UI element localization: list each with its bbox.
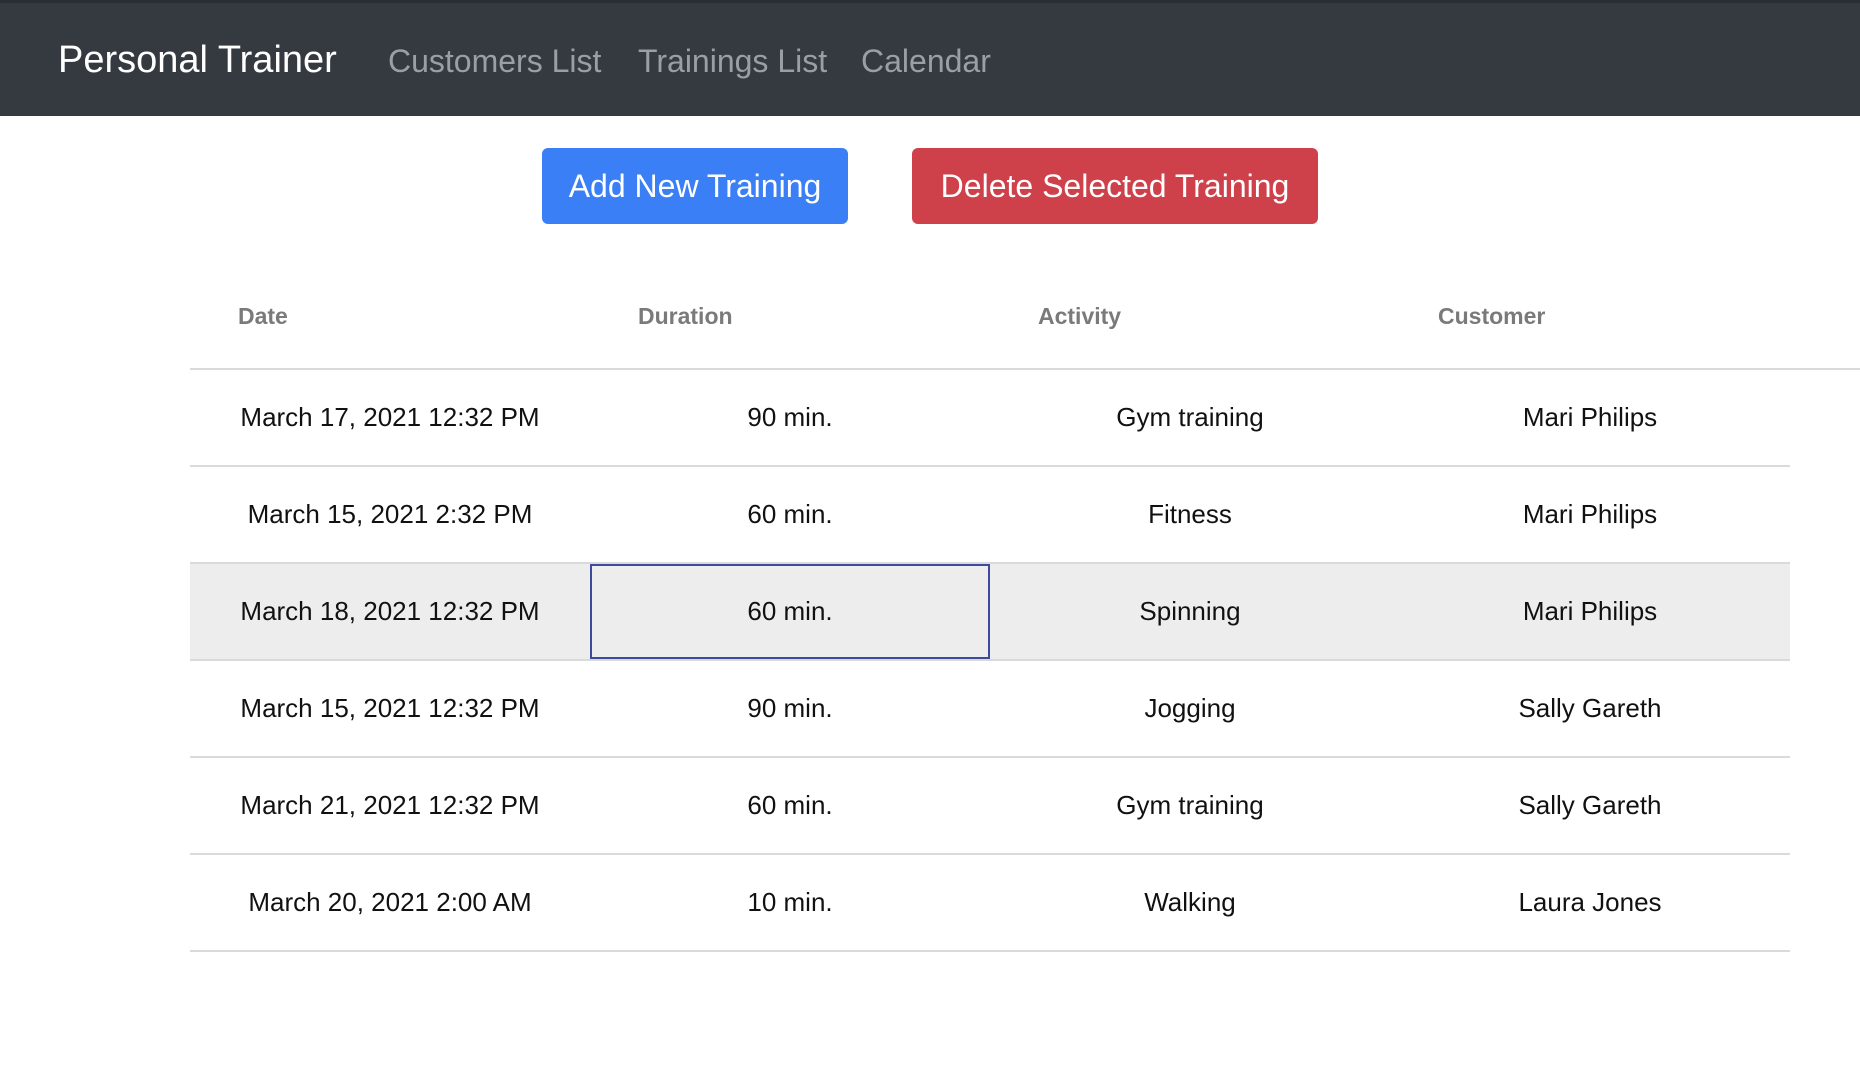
table-row[interactable]: March 17, 2021 12:32 PM 90 min. Gym trai… xyxy=(190,370,1790,467)
cell-duration[interactable]: 90 min. xyxy=(590,370,990,465)
cell-customer[interactable]: Laura Jones xyxy=(1390,855,1790,950)
nav-link-customers[interactable]: Customers List xyxy=(388,41,601,81)
nav-link-calendar[interactable]: Calendar xyxy=(861,41,991,81)
cell-date[interactable]: March 18, 2021 12:32 PM xyxy=(190,564,590,659)
cell-duration[interactable]: 90 min. xyxy=(590,661,990,756)
cell-date[interactable]: March 17, 2021 12:32 PM xyxy=(190,370,590,465)
trainings-grid: Date Duration Activity Customer March 17… xyxy=(190,268,1860,952)
delete-training-button[interactable]: Delete Selected Training xyxy=(912,148,1318,224)
table-row-selected[interactable]: March 18, 2021 12:32 PM 60 min. Spinning… xyxy=(190,564,1790,661)
cell-activity[interactable]: Walking xyxy=(990,855,1390,950)
column-header-customer[interactable]: Customer xyxy=(1438,300,1545,332)
cell-activity[interactable]: Fitness xyxy=(990,467,1390,562)
cell-activity[interactable]: Spinning xyxy=(990,564,1390,659)
nav-link-trainings[interactable]: Trainings List xyxy=(638,41,827,81)
cell-customer[interactable]: Mari Philips xyxy=(1390,467,1790,562)
cell-duration[interactable]: 60 min. xyxy=(590,758,990,853)
cell-activity[interactable]: Gym training xyxy=(990,758,1390,853)
cell-duration[interactable]: 60 min. xyxy=(590,467,990,562)
cell-activity[interactable]: Gym training xyxy=(990,370,1390,465)
cell-customer[interactable]: Sally Gareth xyxy=(1390,758,1790,853)
table-row[interactable]: March 15, 2021 12:32 PM 90 min. Jogging … xyxy=(190,661,1790,758)
table-row[interactable]: March 21, 2021 12:32 PM 60 min. Gym trai… xyxy=(190,758,1790,855)
top-navbar: Personal Trainer Customers List Training… xyxy=(0,0,1860,116)
cell-customer[interactable]: Mari Philips xyxy=(1390,370,1790,465)
cell-customer[interactable]: Mari Philips xyxy=(1390,564,1790,659)
column-header-activity[interactable]: Activity xyxy=(1038,300,1121,332)
cell-date[interactable]: March 15, 2021 12:32 PM xyxy=(190,661,590,756)
column-header-duration[interactable]: Duration xyxy=(638,300,733,332)
cell-date[interactable]: March 21, 2021 12:32 PM xyxy=(190,758,590,853)
cell-duration-focused[interactable]: 60 min. xyxy=(590,564,990,659)
cell-date[interactable]: March 15, 2021 2:32 PM xyxy=(190,467,590,562)
cell-customer[interactable]: Sally Gareth xyxy=(1390,661,1790,756)
cell-duration[interactable]: 10 min. xyxy=(590,855,990,950)
app-brand[interactable]: Personal Trainer xyxy=(58,37,337,83)
table-row[interactable]: March 15, 2021 2:32 PM 60 min. Fitness M… xyxy=(190,467,1790,564)
column-header-date[interactable]: Date xyxy=(238,300,288,332)
table-row[interactable]: March 20, 2021 2:00 AM 10 min. Walking L… xyxy=(190,855,1790,952)
cell-date[interactable]: March 20, 2021 2:00 AM xyxy=(190,855,590,950)
grid-header: Date Duration Activity Customer xyxy=(190,268,1860,370)
cell-activity[interactable]: Jogging xyxy=(990,661,1390,756)
add-training-button[interactable]: Add New Training xyxy=(542,148,848,224)
